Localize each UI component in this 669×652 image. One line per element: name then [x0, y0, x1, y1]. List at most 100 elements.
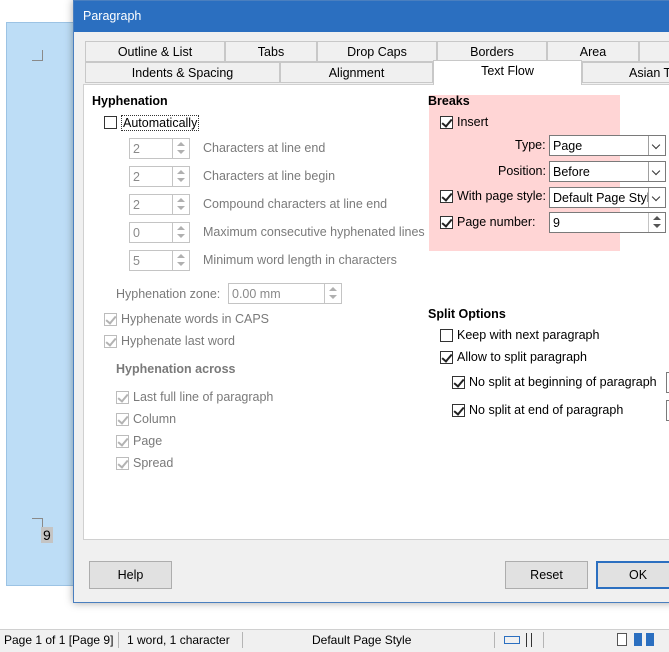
hyphenation-zone-spin[interactable]: 0.00 mm	[228, 283, 342, 304]
break-type-select[interactable]: Page	[549, 135, 666, 156]
chevron-down-icon[interactable]	[648, 162, 665, 181]
page-number-value: 9	[553, 216, 560, 230]
no-split-end-checkbox[interactable]	[452, 404, 465, 417]
chevron-down-icon[interactable]	[648, 136, 665, 155]
min-word-length-value: 5	[133, 254, 140, 268]
across-page-checkbox[interactable]	[116, 435, 129, 448]
spin-up-icon[interactable]	[329, 287, 337, 291]
split-options-heading: Split Options	[428, 307, 506, 321]
spin-arrows[interactable]	[172, 167, 189, 186]
tab-overflow[interactable]	[639, 41, 669, 62]
keep-with-next-label[interactable]: Keep with next paragraph	[457, 328, 599, 342]
across-last-line-checkbox[interactable]	[116, 391, 129, 404]
tab-alignment[interactable]: Alignment	[280, 62, 433, 83]
with-page-style-checkbox[interactable]	[440, 190, 453, 203]
spin-arrows[interactable]	[172, 223, 189, 242]
max-hyphenated-lines-spin[interactable]: 0	[129, 222, 190, 243]
spin-down-icon[interactable]	[177, 234, 185, 238]
max-hyphenated-lines-value: 0	[133, 226, 140, 240]
text-flow-panel: Hyphenation Automatically 2 Characters a…	[83, 84, 669, 540]
hyphenation-across-heading: Hyphenation across	[116, 362, 236, 376]
checkmark-icon	[105, 313, 117, 325]
chevron-down-icon[interactable]	[648, 188, 665, 207]
status-bar: Page 1 of 1 [Page 9] 1 word, 1 character…	[0, 629, 669, 652]
spin-up-icon[interactable]	[177, 226, 185, 230]
checkmark-icon	[453, 404, 465, 416]
across-column-label: Column	[133, 412, 177, 426]
insert-break-checkbox[interactable]	[440, 116, 453, 129]
help-button[interactable]: Help	[89, 561, 172, 589]
status-page-info[interactable]: Page 1 of 1 [Page 9]	[4, 633, 113, 647]
ok-button[interactable]: OK	[596, 561, 669, 589]
spin-down-icon[interactable]	[177, 178, 185, 182]
checkmark-icon	[117, 435, 129, 447]
automatically-checkbox[interactable]	[104, 116, 117, 129]
tab-indents-spacing[interactable]: Indents & Spacing	[85, 62, 280, 83]
spin-up-icon[interactable]	[177, 254, 185, 258]
spin-down-icon[interactable]	[329, 295, 337, 299]
checkmark-icon	[441, 216, 453, 228]
no-split-end-label[interactable]: No split at end of paragraph	[469, 403, 623, 417]
dialog-title-bar[interactable]: Paragraph	[74, 1, 669, 32]
across-column-checkbox[interactable]	[116, 413, 129, 426]
tab-borders[interactable]: Borders	[437, 41, 547, 62]
status-page-style[interactable]: Default Page Style	[312, 633, 411, 647]
spin-down-icon[interactable]	[177, 150, 185, 154]
min-word-length-spin[interactable]: 5	[129, 250, 190, 271]
automatically-label[interactable]: Automatically	[121, 115, 200, 131]
insert-break-label[interactable]: Insert	[457, 115, 488, 129]
hyphenate-caps-checkbox[interactable]	[104, 313, 117, 326]
no-split-begin-label[interactable]: No split at beginning of paragraph	[469, 375, 657, 389]
status-word-count[interactable]: 1 word, 1 character	[127, 633, 230, 647]
spin-down-icon[interactable]	[653, 224, 661, 228]
page-number-label[interactable]: Page number:	[457, 215, 536, 229]
multi-page-view-icon-right	[646, 633, 654, 646]
hyphenate-last-word-checkbox[interactable]	[104, 335, 117, 348]
spin-arrows[interactable]	[324, 284, 341, 303]
spin-down-icon[interactable]	[177, 262, 185, 266]
compound-chars-label: Compound characters at line end	[203, 197, 388, 211]
tab-text-flow[interactable]: Text Flow	[433, 60, 582, 85]
tab-tabs[interactable]: Tabs	[225, 41, 317, 62]
spin-up-icon[interactable]	[653, 216, 661, 220]
status-separator	[543, 632, 544, 648]
spin-arrows[interactable]	[648, 213, 665, 232]
spin-up-icon[interactable]	[177, 170, 185, 174]
page-number-spin[interactable]: 9	[549, 212, 666, 233]
no-split-begin-checkbox[interactable]	[452, 376, 465, 389]
break-position-select[interactable]: Before	[549, 161, 666, 182]
compound-chars-spin[interactable]: 2	[129, 194, 190, 215]
spin-arrows[interactable]	[172, 139, 189, 158]
keep-with-next-checkbox[interactable]	[440, 329, 453, 342]
spin-arrows[interactable]	[172, 195, 189, 214]
tab-area[interactable]: Area	[547, 41, 639, 62]
allow-split-checkbox[interactable]	[440, 351, 453, 364]
page-number-field[interactable]: 9	[41, 527, 53, 543]
tab-drop-caps[interactable]: Drop Caps	[317, 41, 437, 62]
break-type-label: Type:	[515, 138, 546, 152]
chars-line-begin-spin[interactable]: 2	[129, 166, 190, 187]
page-style-select[interactable]: Default Page Style	[549, 187, 666, 208]
across-spread-checkbox[interactable]	[116, 457, 129, 470]
allow-split-label[interactable]: Allow to split paragraph	[457, 350, 587, 364]
status-separator	[118, 632, 119, 648]
selection-mode-icon[interactable]	[504, 636, 520, 644]
single-page-view-icon[interactable]	[617, 633, 627, 646]
spin-up-icon[interactable]	[177, 142, 185, 146]
with-page-style-label[interactable]: With page style:	[457, 189, 546, 203]
spin-down-icon[interactable]	[177, 206, 185, 210]
spin-arrows[interactable]	[172, 251, 189, 270]
checkmark-icon	[117, 413, 129, 425]
tab-asian-typography[interactable]: Asian Ty	[582, 62, 669, 83]
text-cursor-icon	[526, 633, 532, 647]
page-number-checkbox[interactable]	[440, 216, 453, 229]
paragraph-dialog: Paragraph Outline & List Tabs Drop Caps …	[73, 0, 669, 603]
reset-button[interactable]: Reset	[505, 561, 588, 589]
across-page-label: Page	[133, 434, 163, 448]
spin-up-icon[interactable]	[177, 198, 185, 202]
chars-line-end-spin[interactable]: 2	[129, 138, 190, 159]
tab-outline-list[interactable]: Outline & List	[85, 41, 225, 62]
document-page[interactable]	[6, 22, 76, 586]
status-separator	[494, 632, 495, 648]
multi-page-view-icon[interactable]	[634, 633, 642, 646]
